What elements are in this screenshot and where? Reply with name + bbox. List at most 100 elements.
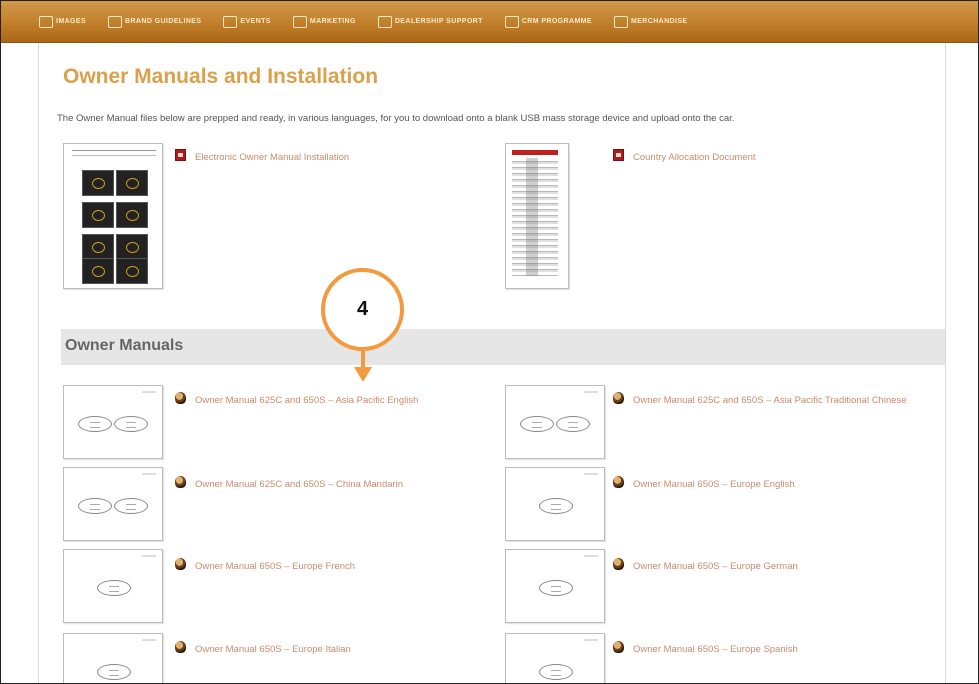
section-title: Owner Manuals: [65, 337, 184, 354]
manual-link[interactable]: Owner Manual 650S – Europe German: [613, 558, 919, 575]
pdf-icon: [175, 149, 186, 161]
nav-label: IMAGES: [56, 18, 87, 25]
manual-link[interactable]: Owner Manual 650S – Europe French: [175, 558, 475, 575]
screen-image: [82, 234, 114, 260]
manual-link[interactable]: Owner Manual 650S – Europe Italian: [175, 641, 475, 658]
car-logo-oval: [114, 498, 148, 514]
page-title: Owner Manuals and Installation: [63, 65, 379, 88]
manual-link[interactable]: Owner Manual 650S – Europe English: [613, 476, 919, 493]
screen-image: [82, 170, 114, 196]
screen-image: [82, 202, 114, 228]
manual-link-label[interactable]: Owner Manual 650S – Europe German: [633, 558, 798, 575]
nav-label: DEALERSHIP SUPPORT: [394, 18, 483, 25]
nav-dealership-support[interactable]: DEALERSHIP SUPPORT: [377, 15, 483, 28]
table-header: [512, 150, 558, 155]
checklist-icon: [377, 15, 392, 28]
car-logo-oval: [97, 580, 131, 596]
manual-thumbnail[interactable]: [63, 385, 163, 459]
manual-link[interactable]: Owner Manual 625C and 650S – China Manda…: [175, 476, 475, 493]
doc-link-country-allocation[interactable]: Country Allocation Document: [613, 149, 756, 166]
driver-head-icon: [613, 392, 624, 404]
content-panel: Owner Manuals and Installation The Owner…: [38, 43, 946, 683]
top-navigation: IMAGES BRAND GUIDELINES EVENTS MARKETING…: [1, 1, 978, 43]
nav-label: BRAND GUIDELINES: [125, 18, 202, 25]
car-logo-oval: [78, 416, 112, 432]
screen-image: [116, 170, 148, 196]
nav-label: EVENTS: [240, 18, 271, 25]
car-logo-oval: [539, 580, 573, 596]
manual-thumbnail[interactable]: [63, 467, 163, 541]
manual-link-label[interactable]: Owner Manual 650S – Europe English: [633, 476, 795, 493]
nav-crm-programme[interactable]: CRM PROGRAMME: [504, 15, 592, 28]
manual-thumbnail[interactable]: [505, 385, 605, 459]
thumb-caption: [142, 391, 156, 393]
manual-link-label[interactable]: Owner Manual 625C and 650S – Asia Pacifi…: [633, 392, 907, 409]
car-logo-oval: [114, 416, 148, 432]
manual-thumbnail[interactable]: [63, 633, 163, 683]
nav-label: MERCHANDISE: [630, 18, 688, 25]
doc-header-lines: [72, 150, 156, 156]
browser-frame: IMAGES BRAND GUIDELINES EVENTS MARKETING…: [0, 0, 979, 684]
manual-thumbnail[interactable]: [505, 633, 605, 683]
thumb-caption: [584, 555, 598, 557]
doc-link-installation[interactable]: Electronic Owner Manual Installation: [175, 149, 349, 166]
table-column: [526, 158, 538, 276]
section-header: Owner Manuals: [61, 329, 945, 365]
crm-icon: [504, 15, 519, 28]
manual-link-label[interactable]: Owner Manual 650S – Europe Italian: [195, 641, 351, 658]
car-logo-oval: [97, 664, 131, 680]
thumb-caption: [584, 473, 598, 475]
thumb-caption: [584, 639, 598, 641]
doc-link-label[interactable]: Country Allocation Document: [633, 149, 756, 166]
installation-doc-thumbnail[interactable]: [63, 143, 163, 289]
images-icon: [39, 15, 53, 28]
manual-link-label[interactable]: Owner Manual 650S – Europe French: [195, 558, 355, 575]
nav-images[interactable]: IMAGES: [39, 15, 87, 28]
nav-events[interactable]: EVENTS: [223, 15, 271, 28]
step-callout: 4: [321, 268, 404, 351]
thumb-caption: [142, 473, 156, 475]
car-logo-oval: [539, 498, 573, 514]
marketing-icon: [292, 15, 307, 28]
thumb-caption: [142, 555, 156, 557]
screen-image: [82, 258, 114, 284]
nav-marketing[interactable]: MARKETING: [292, 15, 356, 28]
manual-thumbnail[interactable]: [505, 467, 605, 541]
screen-image: [116, 258, 148, 284]
manual-thumbnail[interactable]: [505, 549, 605, 623]
doc-link-label[interactable]: Electronic Owner Manual Installation: [195, 149, 349, 166]
driver-head-icon: [175, 476, 186, 488]
nav-label: CRM PROGRAMME: [521, 18, 592, 25]
country-allocation-thumbnail[interactable]: [505, 143, 569, 289]
driver-head-icon: [613, 558, 624, 570]
thumb-caption: [142, 639, 156, 641]
driver-head-icon: [613, 476, 624, 488]
driver-head-icon: [613, 641, 624, 653]
driver-head-icon: [175, 558, 186, 570]
intro-text: The Owner Manual files below are prepped…: [57, 113, 735, 124]
manual-link-label[interactable]: Owner Manual 625C and 650S – China Manda…: [195, 476, 403, 493]
pdf-icon: [613, 149, 624, 161]
manual-link[interactable]: Owner Manual 625C and 650S – Asia Pacifi…: [175, 392, 475, 409]
callout-arrow-head: [354, 367, 372, 382]
book-icon: [108, 15, 123, 28]
driver-head-icon: [175, 392, 186, 404]
nav-brand-guidelines[interactable]: BRAND GUIDELINES: [108, 15, 202, 28]
car-logo-oval: [556, 416, 590, 432]
driver-head-icon: [175, 641, 186, 653]
manual-link-label[interactable]: Owner Manual 650S – Europe Spanish: [633, 641, 798, 658]
manual-thumbnail[interactable]: [63, 549, 163, 623]
thumb-caption: [584, 391, 598, 393]
manual-link[interactable]: Owner Manual 625C and 650S – Asia Pacifi…: [613, 392, 919, 409]
car-logo-oval: [78, 498, 112, 514]
nav-merchandise[interactable]: MERCHANDISE: [613, 15, 688, 28]
events-icon: [223, 15, 238, 28]
nav-label: MARKETING: [309, 18, 356, 25]
screen-image: [116, 234, 148, 260]
manual-link[interactable]: Owner Manual 650S – Europe Spanish: [613, 641, 919, 658]
car-logo-oval: [520, 416, 554, 432]
shirt-icon: [613, 15, 628, 28]
manual-link-label[interactable]: Owner Manual 625C and 650S – Asia Pacifi…: [195, 392, 418, 409]
car-logo-oval: [539, 664, 573, 680]
screen-image: [116, 202, 148, 228]
